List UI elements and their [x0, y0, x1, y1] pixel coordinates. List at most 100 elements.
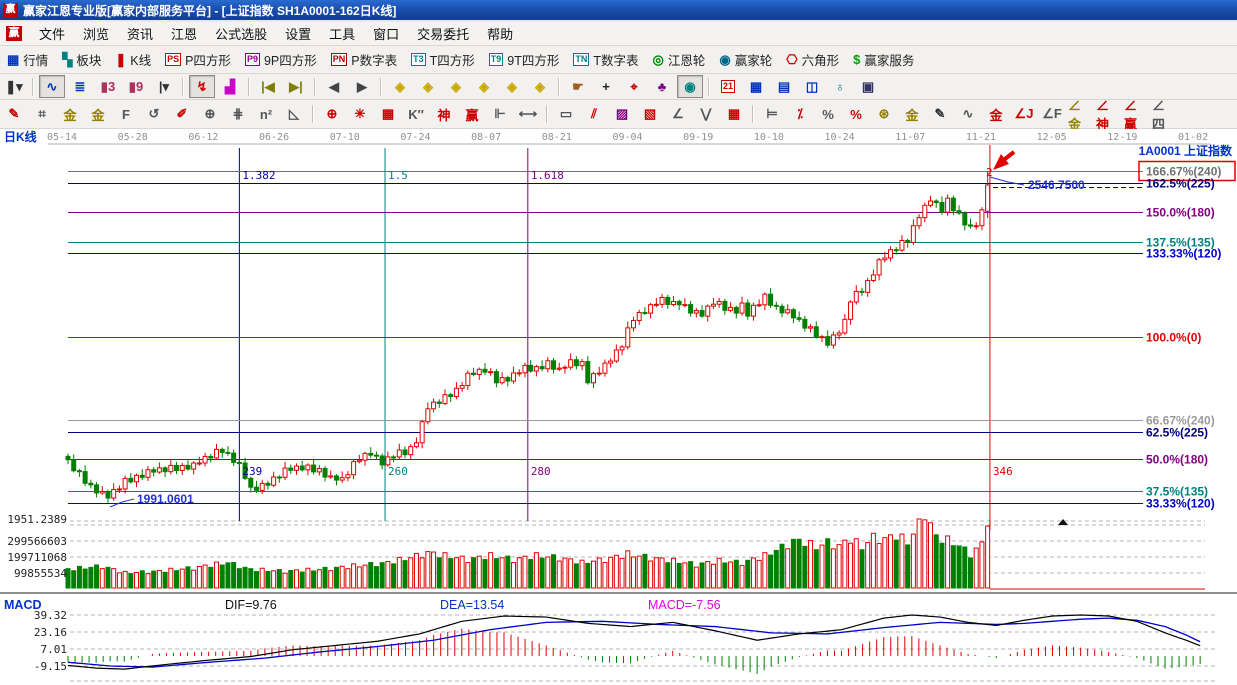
kline-chart-svg[interactable]: 05-1405-2806-1206-2607-1007-2408-0708-21…	[0, 129, 1237, 685]
report-button[interactable]: ▤	[771, 75, 797, 98]
red-grid-tool[interactable]: ▦	[721, 103, 747, 126]
angle-four-tool[interactable]: ∠四	[1151, 103, 1177, 126]
pencil-tool[interactable]: ✎	[1, 103, 27, 126]
t-square-button[interactable]: T3T四方形	[404, 48, 482, 71]
histogram-button[interactable]: ▟	[217, 75, 243, 98]
last-page-button[interactable]: ▶|	[283, 75, 309, 98]
shen-tool[interactable]: 神	[431, 103, 457, 126]
winner-wheel-button[interactable]: ◉赢家轮	[712, 48, 779, 71]
hexagon-button[interactable]: ⎔六角形	[779, 48, 846, 71]
kline-button[interactable]: ❚K线	[108, 48, 158, 71]
dea-value-label: DEA=13.54	[440, 598, 504, 612]
menu-item-6[interactable]: 工具	[320, 21, 364, 46]
menu-item-3[interactable]: 江恩	[162, 21, 206, 46]
menu-item-4[interactable]: 公式选股	[206, 21, 276, 46]
gann-circle-tool[interactable]: ⊕	[197, 103, 223, 126]
first-page-button[interactable]: |◀	[255, 75, 281, 98]
prev-button[interactable]: ◀	[321, 75, 347, 98]
gold-grid2-tool[interactable]: 金	[85, 103, 111, 126]
sectors-button[interactable]: ▚板块	[55, 48, 108, 71]
candle-style-dropdown[interactable]: ❚▾	[1, 75, 27, 98]
menu-item-0[interactable]: 文件	[30, 21, 74, 46]
f-grid-tool[interactable]: F	[113, 103, 139, 126]
ink-tool[interactable]: ✎	[927, 103, 953, 126]
spiral-tool[interactable]: ↺	[141, 103, 167, 126]
p-number-table-button[interactable]: PNP数字表	[324, 48, 404, 71]
date-tick: 05-14	[47, 132, 77, 143]
gann-level-label: 162.5%(225)	[1146, 177, 1215, 191]
menu-item-5[interactable]: 设置	[276, 21, 320, 46]
menu-item-1[interactable]: 浏览	[74, 21, 118, 46]
thin-candle-dropdown[interactable]: |▾	[151, 75, 177, 98]
expand-y-button[interactable]: ◈	[499, 75, 525, 98]
calculator-button[interactable]: ▦	[743, 75, 769, 98]
menu-item-9[interactable]: 帮助	[478, 21, 522, 46]
calendar-button[interactable]: 21	[715, 75, 741, 98]
menu-item-2[interactable]: 资讯	[118, 21, 162, 46]
hand-tool-button[interactable]: ☛	[565, 75, 591, 98]
measure-tool[interactable]: ⊨	[759, 103, 785, 126]
gold-circle-tool[interactable]: ⊛	[871, 103, 897, 126]
gann-box-red-tool[interactable]: ▧	[637, 103, 663, 126]
brain-gann-button[interactable]: ◉	[677, 75, 703, 98]
angle-j-tool[interactable]: ∠J	[1011, 103, 1037, 126]
gann-box-purple-tool[interactable]: ▨	[609, 103, 635, 126]
gold-lines-tool[interactable]: 金	[899, 103, 925, 126]
chart9-button[interactable]: ▮9	[123, 75, 149, 98]
percent-line-tool[interactable]: ⁒	[787, 103, 813, 126]
compress-y-button[interactable]: ◈	[527, 75, 553, 98]
info-panel-button[interactable]: ≣	[67, 75, 93, 98]
chart3-button[interactable]: ▮3	[95, 75, 121, 98]
percent-tool[interactable]: %	[815, 103, 841, 126]
n-square-tool[interactable]: n²	[253, 103, 279, 126]
grid-tool[interactable]: ⌗	[29, 103, 55, 126]
angle-f-tool[interactable]: ∠F	[1039, 103, 1065, 126]
save-button[interactable]: ◫	[799, 75, 825, 98]
next-button[interactable]: ▶	[349, 75, 375, 98]
menu-item-7[interactable]: 窗口	[364, 21, 408, 46]
fan-tool[interactable]: ⫽	[581, 103, 607, 126]
ruler-123-tool[interactable]: ⊩	[487, 103, 513, 126]
expand-x-button[interactable]: ◈	[443, 75, 469, 98]
p-square-button-label: P四方形	[185, 50, 231, 69]
wheel-tool[interactable]: ✳	[347, 103, 373, 126]
compress-x-button[interactable]: ◈	[471, 75, 497, 98]
pointer-tool-button[interactable]: ⌖	[621, 75, 647, 98]
p-square-button[interactable]: PSP四方形	[158, 48, 238, 71]
wave-tool[interactable]: ∿	[955, 103, 981, 126]
tree-view-button[interactable]: ♣	[649, 75, 675, 98]
k-count-tool[interactable]: K″	[403, 103, 429, 126]
angle-gold-tool[interactable]: ∠金	[1067, 103, 1093, 126]
gold-grid-tool[interactable]: 金	[57, 103, 83, 126]
angle-shen-tool[interactable]: ∠神	[1095, 103, 1121, 126]
diagonal-tool[interactable]: ∠	[665, 103, 691, 126]
quotes-button[interactable]: ▦行情	[0, 48, 55, 71]
percent-underline-tool[interactable]: %	[843, 103, 869, 126]
chart-area[interactable]: 05-1405-2806-1206-2607-1007-2408-0708-21…	[0, 129, 1237, 685]
print-button[interactable]: ▣	[855, 75, 881, 98]
dense-grid-tool[interactable]: ⋕	[225, 103, 251, 126]
circle-cross-tool[interactable]: ⊕	[319, 103, 345, 126]
width-arrows-tool[interactable]: ⟷	[515, 103, 541, 126]
brush-tool[interactable]: ✐	[169, 103, 195, 126]
p9-square-button[interactable]: P99P四方形	[238, 48, 324, 71]
square-grid-tool[interactable]: ▦	[375, 103, 401, 126]
polyline-tool[interactable]: ⋁	[693, 103, 719, 126]
t-number-table-button[interactable]: TNT数字表	[566, 48, 645, 71]
ying-tool[interactable]: 赢	[459, 103, 485, 126]
volume-axis-label: 299566603	[7, 535, 67, 548]
zoom-in-x-button[interactable]: ◈	[415, 75, 441, 98]
gold-red-tool[interactable]: 金	[983, 103, 1009, 126]
zigzag-button[interactable]: ↯	[189, 75, 215, 98]
web-button[interactable]: ♁	[827, 75, 853, 98]
trend-wave-button[interactable]: ∿	[39, 75, 65, 98]
gann-wheel-button[interactable]: ◎江恩轮	[646, 48, 713, 71]
menu-item-8[interactable]: 交易委托	[408, 21, 478, 46]
angle-ruler-tool[interactable]: ◺	[281, 103, 307, 126]
box-tool[interactable]: ▭	[553, 103, 579, 126]
crosshair-tool-button[interactable]: +	[593, 75, 619, 98]
angle-ying-tool[interactable]: ∠赢	[1123, 103, 1149, 126]
winner-service-button[interactable]: $赢家服务	[846, 48, 921, 71]
t9-square-button[interactable]: T99T四方形	[482, 48, 567, 71]
zoom-out-x-button[interactable]: ◈	[387, 75, 413, 98]
